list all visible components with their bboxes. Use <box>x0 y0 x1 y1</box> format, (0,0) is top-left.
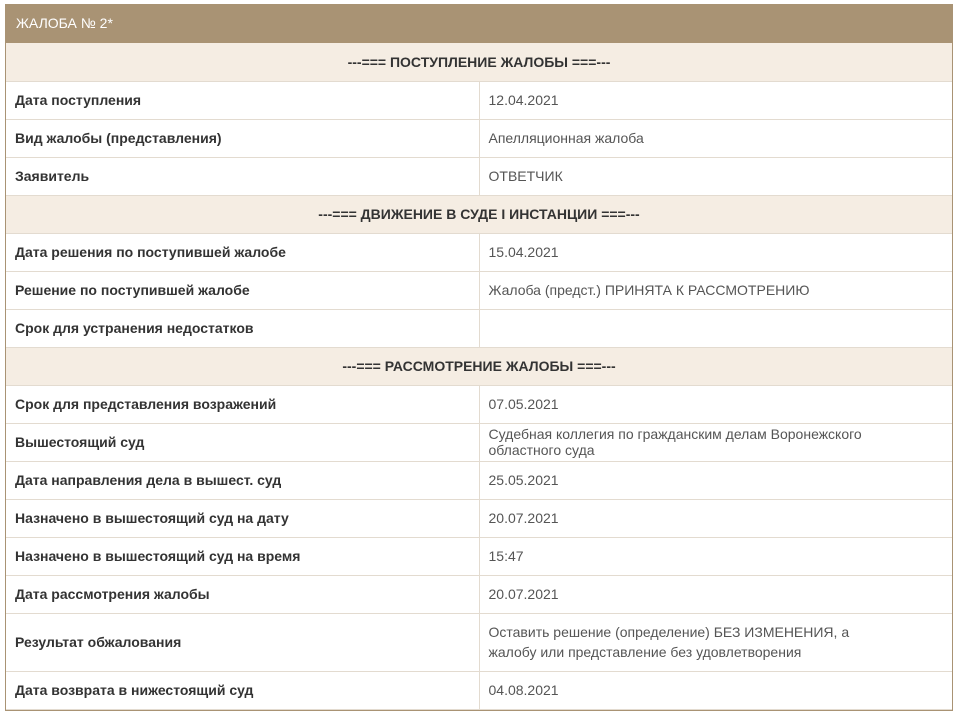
row-label: Вид жалобы (представления) <box>6 119 480 158</box>
row-value: 20.07.2021 <box>479 575 952 614</box>
table-row: Назначено в вышестоящий суд на время 15:… <box>6 537 952 576</box>
section-header: ---=== ПОСТУПЛЕНИЕ ЖАЛОБЫ ===--- <box>6 43 952 82</box>
section-title-receipt: ---=== ПОСТУПЛЕНИЕ ЖАЛОБЫ ===--- <box>6 43 952 82</box>
table-row: Дата решения по поступившей жалобе 15.04… <box>6 233 952 272</box>
row-value: Оставить решение (определение) БЕЗ ИЗМЕН… <box>479 613 952 672</box>
row-value: 04.08.2021 <box>479 671 952 710</box>
complaint-panel: ЖАЛОБА № 2* ---=== ПОСТУПЛЕНИЕ ЖАЛОБЫ ==… <box>5 4 953 711</box>
section-title-review: ---=== РАССМОТРЕНИЕ ЖАЛОБЫ ===--- <box>6 347 952 386</box>
table-row: Дата возврата в нижестоящий суд 04.08.20… <box>6 671 952 710</box>
row-label: Дата направления дела в вышест. суд <box>6 461 480 500</box>
table-row: Вышестоящий суд Судебная коллегия по гра… <box>6 423 952 462</box>
panel-title: ЖАЛОБА № 2* <box>6 4 952 43</box>
row-label: Вышестоящий суд <box>6 423 480 462</box>
table-row: Срок для устранения недостатков <box>6 309 952 348</box>
section-header: ---=== РАССМОТРЕНИЕ ЖАЛОБЫ ===--- <box>6 347 952 386</box>
row-label: Решение по поступившей жалобе <box>6 271 480 310</box>
row-value: 25.05.2021 <box>479 461 952 500</box>
table-row: Результат обжалования Оставить решение (… <box>6 613 952 672</box>
row-label: Назначено в вышестоящий суд на дату <box>6 499 480 538</box>
row-value: 12.04.2021 <box>479 81 952 120</box>
row-value: Судебная коллегия по гражданским делам В… <box>479 423 952 462</box>
section-title-first-instance: ---=== ДВИЖЕНИЕ В СУДЕ I ИНСТАНЦИИ ===--… <box>6 195 952 234</box>
row-value: ОТВЕТЧИК <box>479 157 952 196</box>
table-row: Срок для представления возражений 07.05.… <box>6 385 952 424</box>
table-row: Решение по поступившей жалобе Жалоба (пр… <box>6 271 952 310</box>
complaint-details-table: ---=== ПОСТУПЛЕНИЕ ЖАЛОБЫ ===--- Дата по… <box>6 43 952 710</box>
row-value: 07.05.2021 <box>479 385 952 424</box>
row-value: 15.04.2021 <box>479 233 952 272</box>
row-label: Дата рассмотрения жалобы <box>6 575 480 614</box>
table-row: Дата поступления 12.04.2021 <box>6 81 952 120</box>
row-label: Заявитель <box>6 157 480 196</box>
row-label: Дата решения по поступившей жалобе <box>6 233 480 272</box>
row-label: Дата поступления <box>6 81 480 120</box>
table-row: Дата рассмотрения жалобы 20.07.2021 <box>6 575 952 614</box>
section-header: ---=== ДВИЖЕНИЕ В СУДЕ I ИНСТАНЦИИ ===--… <box>6 195 952 234</box>
row-value: 20.07.2021 <box>479 499 952 538</box>
table-row: Заявитель ОТВЕТЧИК <box>6 157 952 196</box>
row-value: Жалоба (предст.) ПРИНЯТА К РАССМОТРЕНИЮ <box>479 271 952 310</box>
row-label: Результат обжалования <box>6 613 480 672</box>
table-row: Дата направления дела в вышест. суд 25.0… <box>6 461 952 500</box>
row-label: Срок для устранения недостатков <box>6 309 480 348</box>
table-row: Назначено в вышестоящий суд на дату 20.0… <box>6 499 952 538</box>
row-value <box>479 309 952 348</box>
row-label: Срок для представления возражений <box>6 385 480 424</box>
row-label: Дата возврата в нижестоящий суд <box>6 671 480 710</box>
row-label: Назначено в вышестоящий суд на время <box>6 537 480 576</box>
row-value: Апелляционная жалоба <box>479 119 952 158</box>
row-value: 15:47 <box>479 537 952 576</box>
table-row: Вид жалобы (представления) Апелляционная… <box>6 119 952 158</box>
